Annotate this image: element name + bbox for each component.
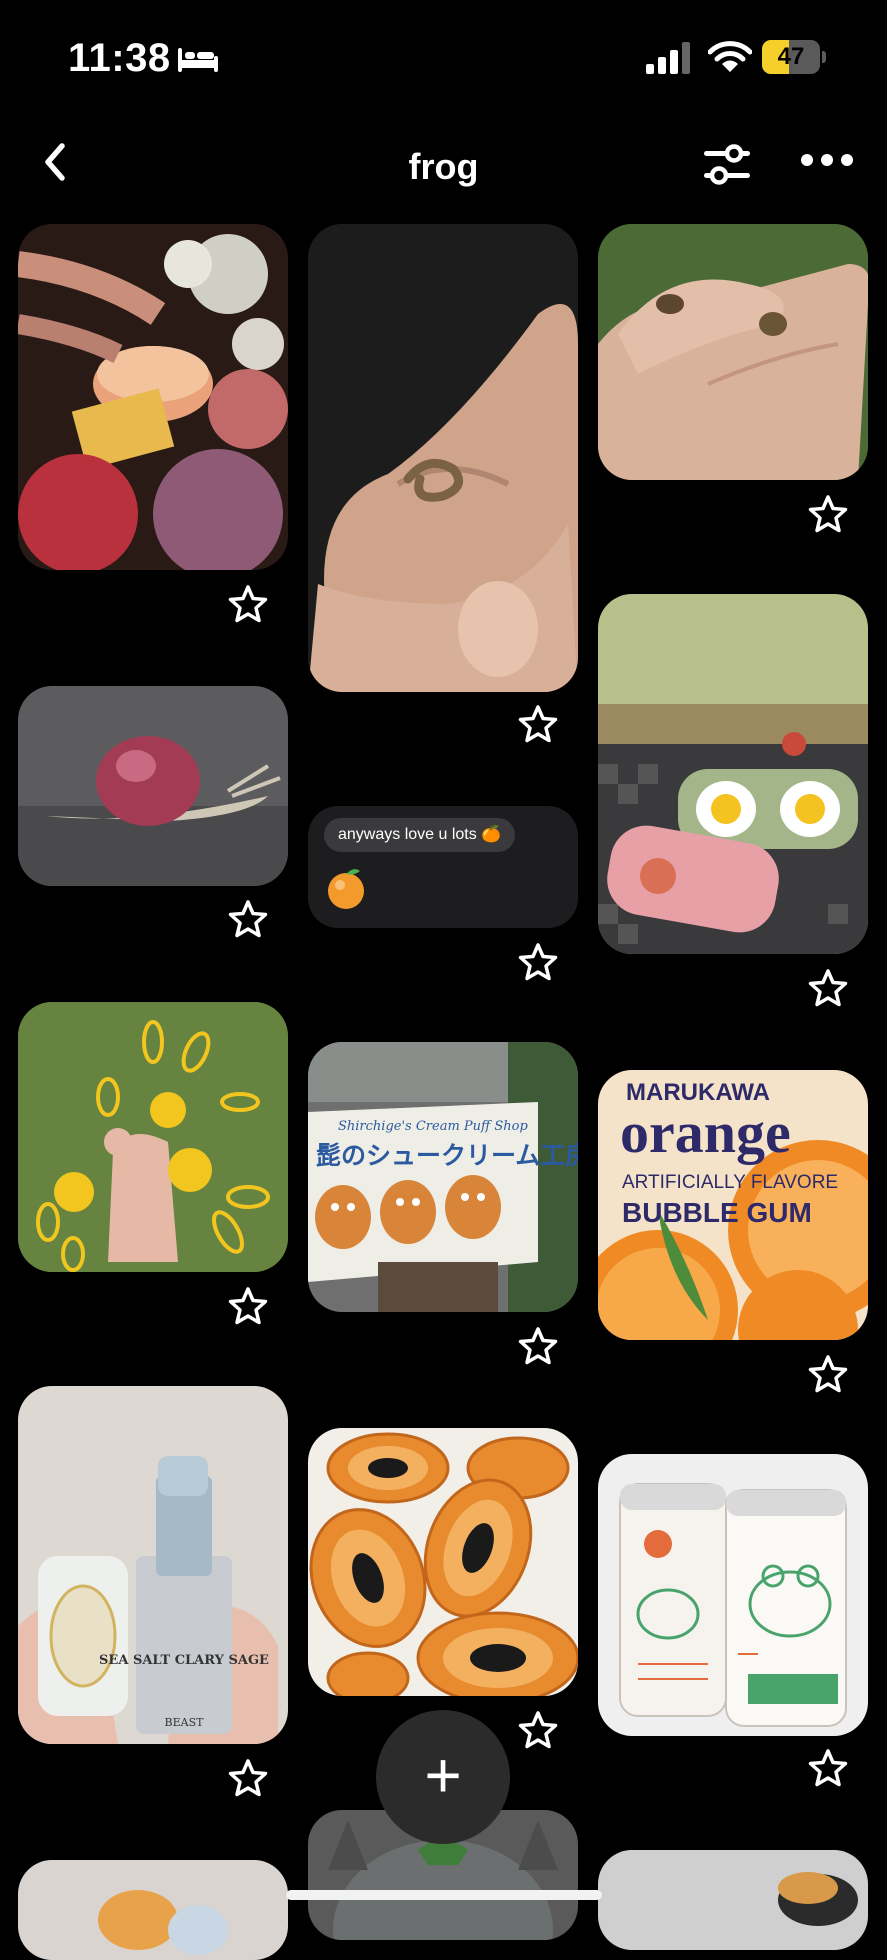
star-outline-icon[interactable] <box>808 494 848 534</box>
pin-image[interactable]: MARUKAWA orange ARTIFICIALLY FLAVORE BUB… <box>598 1070 868 1340</box>
gum-line2: BUBBLE GUM <box>622 1197 812 1228</box>
pin-image[interactable]: SEA SALT CLARY SAGE BEAST <box>18 1386 288 1744</box>
orange-emoji-icon <box>328 869 364 909</box>
gum-word: orange <box>620 1100 791 1165</box>
star-outline-icon[interactable] <box>228 584 268 624</box>
pin-image[interactable] <box>18 224 288 570</box>
star-outline-icon[interactable] <box>228 1758 268 1798</box>
message-bubble: anyways love u lots 🍊 <box>324 818 516 852</box>
shop-sign-english: Shirchige's Cream Puff Shop <box>338 1119 528 1134</box>
star-outline-icon[interactable] <box>808 1354 848 1394</box>
lipstick-brand: BEAST <box>165 1716 205 1729</box>
add-pin-button[interactable]: + <box>376 1710 510 1844</box>
lipstick-label: SEA SALT CLARY SAGE <box>99 1653 269 1668</box>
pin-image[interactable] <box>598 1850 868 1950</box>
gum-line1: ARTIFICIALLY FLAVORE <box>622 1172 838 1193</box>
pin-grid: SEA SALT CLARY SAGE BEAST anyways love u <box>0 0 887 1960</box>
star-outline-icon[interactable] <box>228 1286 268 1326</box>
pin-image[interactable] <box>18 1860 288 1960</box>
pin-image[interactable] <box>308 1428 578 1696</box>
plus-icon: + <box>424 1739 462 1811</box>
shop-sign-japanese: 髭のシュークリーム工房 <box>316 1141 578 1170</box>
home-indicator[interactable] <box>286 1890 602 1900</box>
pin-image[interactable] <box>308 224 578 692</box>
pin-image[interactable] <box>18 686 288 886</box>
pin-image[interactable] <box>598 224 868 480</box>
pin-image[interactable]: Shirchige's Cream Puff Shop 髭のシュークリーム工房 <box>308 1042 578 1312</box>
star-outline-icon[interactable] <box>518 1710 558 1750</box>
pin-image[interactable] <box>598 1454 868 1736</box>
star-outline-icon[interactable] <box>808 1748 848 1788</box>
pin-image[interactable] <box>598 594 868 954</box>
star-outline-icon[interactable] <box>228 899 268 939</box>
star-outline-icon[interactable] <box>518 704 558 744</box>
star-outline-icon[interactable] <box>518 1326 558 1366</box>
star-outline-icon[interactable] <box>808 968 848 1008</box>
star-outline-icon[interactable] <box>518 942 558 982</box>
pin-image[interactable] <box>18 1002 288 1272</box>
pin-text-card[interactable]: anyways love u lots 🍊 <box>308 806 578 928</box>
